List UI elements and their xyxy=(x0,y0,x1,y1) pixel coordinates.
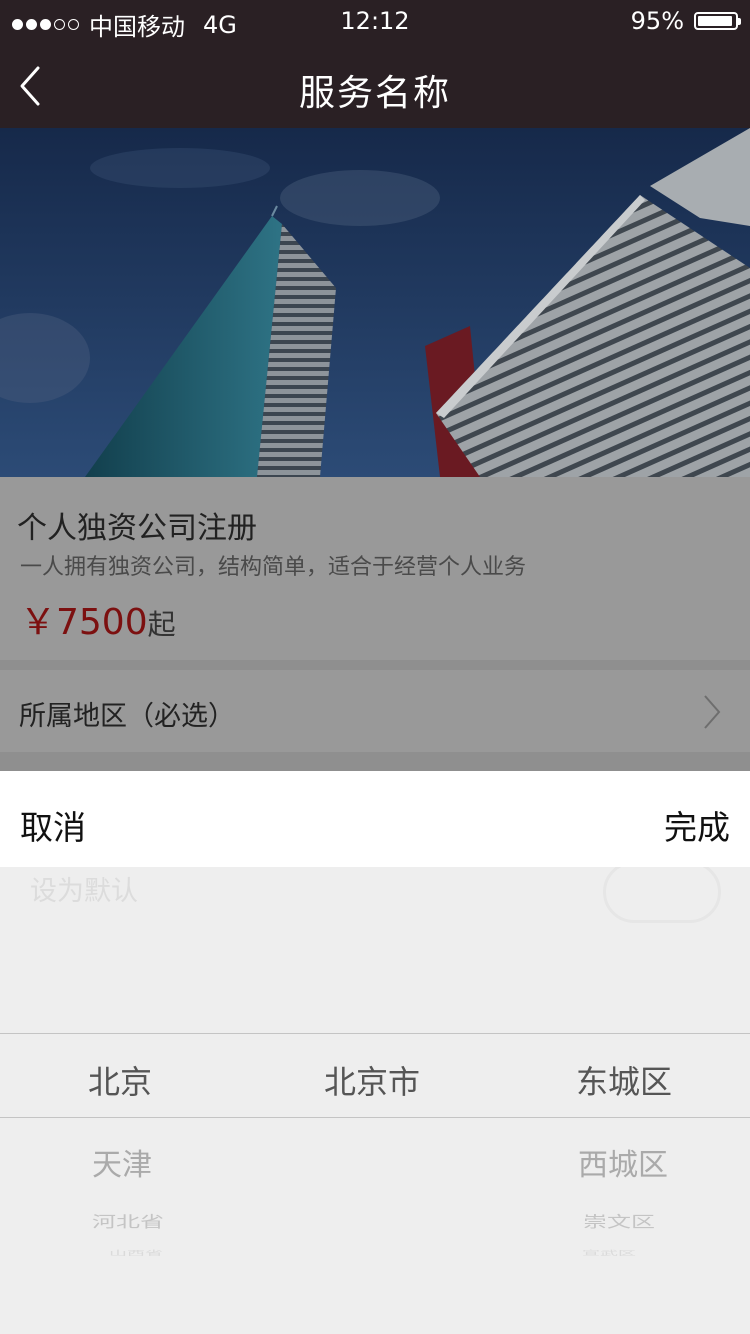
battery-level-fill xyxy=(698,16,733,26)
region-picker[interactable]: 设为默认 北京 天津 河北省 山西省 北京市 东城区 西城区 崇文区 宣武区 xyxy=(0,867,750,1334)
done-button[interactable]: 完成 xyxy=(664,801,730,849)
navigation-bar: 服务名称 xyxy=(0,42,750,128)
picker-city-selected[interactable]: 北京市 xyxy=(247,1057,497,1103)
picker-province-selected[interactable]: 北京 xyxy=(0,1057,245,1103)
chevron-right-icon xyxy=(704,695,721,729)
status-bar-right: 95% xyxy=(630,7,741,35)
product-description: 一人拥有独资公司，结构简单，适合于经营个人业务 xyxy=(20,555,527,580)
section-divider xyxy=(0,660,750,670)
picker-province-option[interactable]: 河北省 xyxy=(3,1209,253,1232)
battery-icon xyxy=(694,12,741,30)
product-name: 个人独资公司注册 xyxy=(17,511,257,546)
price-suffix: 起 xyxy=(147,608,176,641)
picker-district-option[interactable]: 宣武区 xyxy=(484,1248,734,1257)
picker-province-option[interactable]: 山西省 xyxy=(11,1248,261,1257)
battery-percent: 95% xyxy=(630,7,684,35)
product-price: ￥7500起 xyxy=(20,593,176,645)
picker-district-selected[interactable]: 东城区 xyxy=(499,1057,749,1103)
status-bar: 中国移动 4G 12:12 95% xyxy=(0,0,750,42)
picker-district-option[interactable]: 西城区 xyxy=(498,1140,748,1184)
default-toggle xyxy=(603,867,721,923)
service-hero-image xyxy=(0,128,750,477)
product-info-card: 个人独资公司注册 一人拥有独资公司，结构简单，适合于经营个人业务 ￥7500起 xyxy=(0,477,750,660)
price-amount: ￥7500 xyxy=(20,602,148,643)
page-title: 服务名称 xyxy=(298,73,451,114)
picker-province-option[interactable]: 天津 xyxy=(0,1140,247,1184)
cancel-button[interactable]: 取消 xyxy=(20,801,86,849)
region-label: 所属地区（必选） xyxy=(19,701,235,732)
picker-district-option[interactable]: 崇文区 xyxy=(494,1209,744,1232)
region-select-row[interactable]: 所属地区（必选） xyxy=(0,670,750,752)
section-divider xyxy=(0,752,750,771)
set-default-label: 设为默认 xyxy=(30,876,138,907)
picker-toolbar: 取消 完成 xyxy=(0,771,750,867)
